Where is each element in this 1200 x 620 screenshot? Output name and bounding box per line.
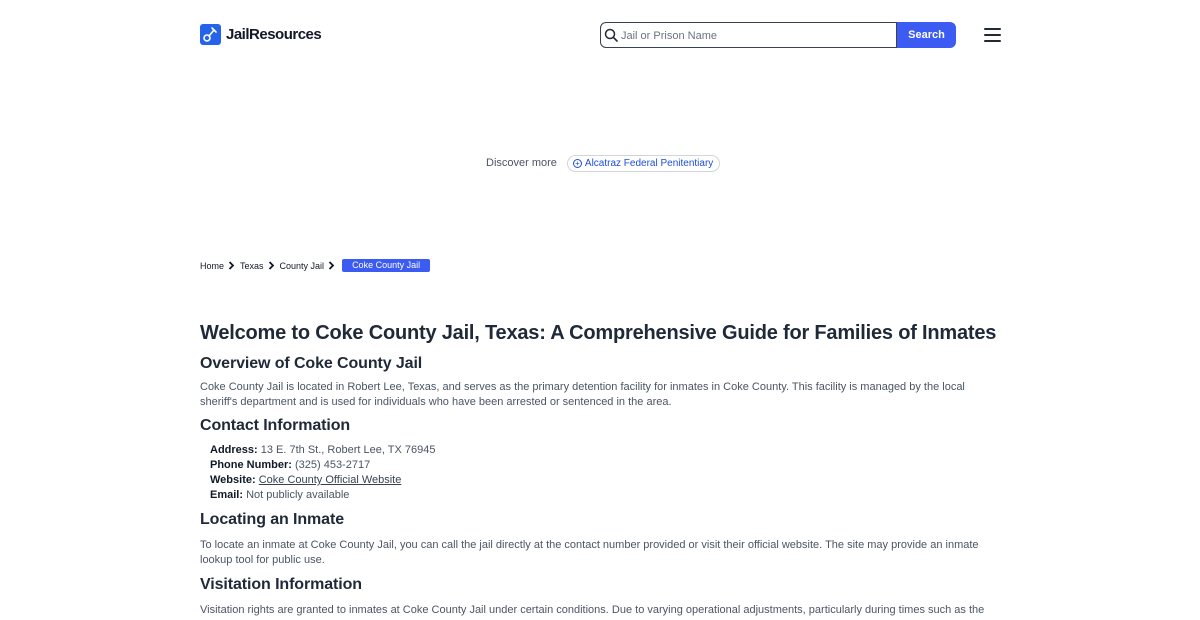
contact-phone: Phone Number: (325) 453-2717 — [210, 458, 1000, 473]
breadcrumb-current: Coke County Jail — [342, 259, 431, 272]
search-icon — [604, 28, 618, 42]
breadcrumb-texas[interactable]: Texas — [240, 261, 264, 271]
phone-label: Phone Number: — [210, 459, 292, 471]
contact-heading: Contact Information — [200, 417, 351, 434]
locating-heading: Locating an Inmate — [200, 511, 344, 528]
discover-chip-label: Alcatraz Federal Penitentiary — [584, 157, 714, 169]
phone-value: (325) 453-2717 — [294, 459, 371, 471]
visitation-heading: Visitation Information — [200, 576, 362, 593]
chevron-right-icon — [328, 261, 335, 270]
logo-text: JailResources — [226, 26, 322, 43]
plus-circle-icon: + — [572, 158, 582, 168]
website-link[interactable]: Coke County Official Website — [259, 474, 402, 486]
discover-label: Discover more — [486, 157, 557, 169]
discover-more: Discover more + Alcatraz Federal Peniten… — [486, 154, 721, 172]
discover-chip[interactable]: + Alcatraz Federal Penitentiary — [566, 154, 721, 172]
breadcrumb-county-jail[interactable]: County Jail — [280, 261, 325, 271]
overview-text: Coke County Jail is located in Robert Le… — [200, 381, 965, 408]
search-input[interactable] — [621, 27, 891, 44]
overview-heading: Overview of Coke County Jail — [200, 355, 423, 372]
hamburger-menu-icon[interactable] — [984, 28, 1001, 42]
contact-email: Email: Not publicly available — [210, 488, 1000, 503]
locating-text: To locate an inmate at Coke County Jail,… — [200, 539, 979, 566]
contact-website: Website: Coke County Official Website — [210, 473, 1000, 488]
search-button[interactable]: Search — [897, 22, 956, 48]
contact-address: Address: 13 E. 7th St., Robert Lee, TX 7… — [210, 443, 1000, 458]
breadcrumb-home[interactable]: Home — [200, 261, 224, 271]
main-content: Welcome to Coke County Jail, Texas: A Co… — [200, 318, 1000, 618]
email-value: Not publicly available — [246, 489, 350, 501]
breadcrumb: Home Texas County Jail Coke County Jail — [200, 259, 431, 272]
address-label: Address: — [210, 444, 258, 456]
address-value: 13 E. 7th St., Robert Lee, TX 76945 — [260, 444, 436, 456]
website-label: Website: — [210, 474, 256, 486]
contact-list: Address: 13 E. 7th St., Robert Lee, TX 7… — [210, 443, 1000, 503]
visitation-text: Visitation rights are granted to inmates… — [200, 604, 985, 616]
chevron-right-icon — [268, 261, 274, 270]
page-title: Welcome to Coke County Jail, Texas: A Co… — [200, 322, 997, 344]
search-field-wrapper — [600, 22, 897, 48]
search-bar: Search — [600, 22, 956, 48]
site-logo[interactable]: JailResources — [200, 24, 322, 45]
site-header: JailResources Search — [200, 22, 1010, 50]
chevron-right-icon — [228, 261, 235, 270]
logo-mark-icon — [200, 24, 221, 45]
email-label: Email: — [210, 489, 244, 501]
